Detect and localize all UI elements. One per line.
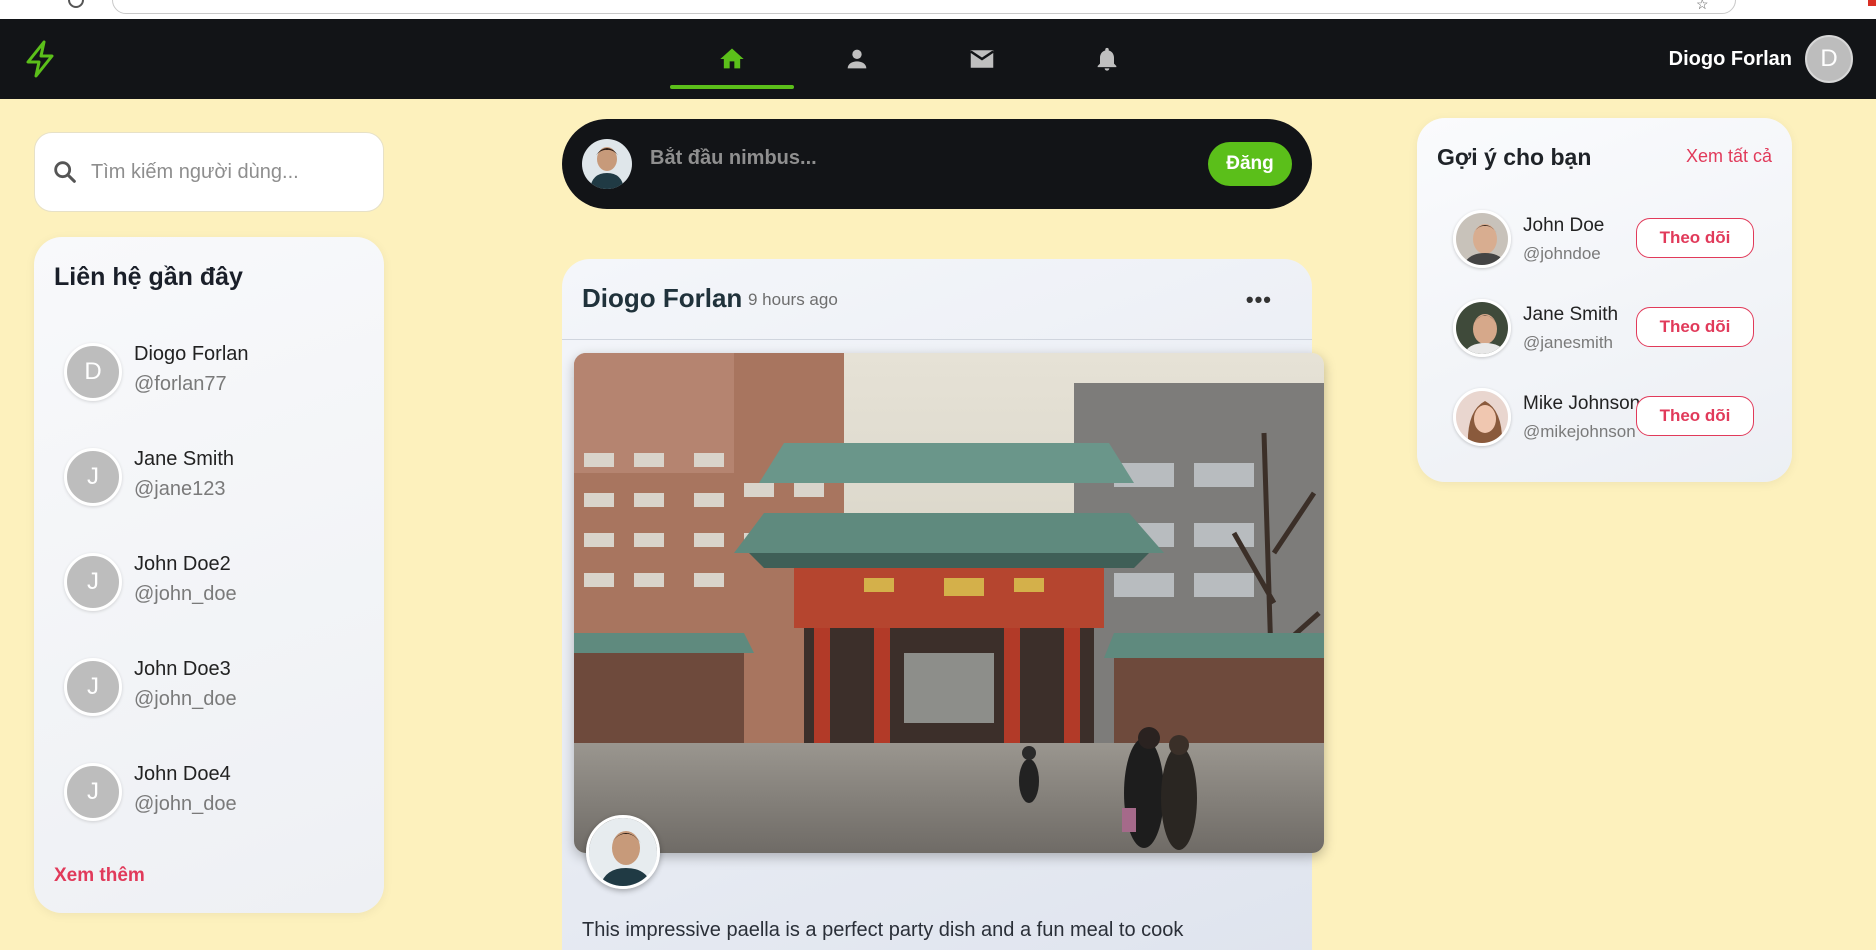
post-photo[interactable]: [574, 353, 1324, 853]
suggestion-item: John Doe @johndoe Theo dõi: [1453, 210, 1763, 274]
suggestion-name: John Doe: [1523, 215, 1605, 236]
avatar[interactable]: [1453, 299, 1511, 357]
home-icon[interactable]: [716, 43, 748, 75]
contact-item[interactable]: J Jane Smith @jane123: [64, 442, 364, 512]
contact-item[interactable]: J John Doe2 @john_doe: [64, 547, 364, 617]
contact-name: John Doe4: [134, 763, 231, 785]
follow-button[interactable]: Theo dõi: [1636, 218, 1754, 258]
contact-handle: @john_doe: [134, 688, 237, 710]
suggestion-name: Jane Smith: [1523, 304, 1619, 325]
suggestion-handle: @johndoe: [1523, 244, 1601, 263]
bell-icon[interactable]: [1091, 43, 1123, 75]
suggestion-item: Jane Smith @janesmith Theo dõi: [1453, 299, 1763, 363]
suggestion-handle: @janesmith: [1523, 333, 1614, 352]
contact-name: John Doe3: [134, 658, 231, 680]
user-search-input[interactable]: [91, 160, 371, 184]
contact-name: Jane Smith: [134, 448, 235, 470]
contact-name: John Doe2: [134, 553, 231, 575]
extension-badge-icon: [1868, 0, 1876, 6]
suggestions-title: Gợi ý cho bạn: [1437, 144, 1592, 170]
profile-icon[interactable]: [841, 43, 873, 75]
avatar: J: [64, 448, 122, 506]
reload-icon[interactable]: [68, 0, 84, 8]
avatar[interactable]: [1453, 388, 1511, 446]
see-all-link[interactable]: Xem tất cả: [1686, 146, 1772, 167]
follow-button[interactable]: Theo dõi: [1636, 307, 1754, 347]
user-search-box: [34, 132, 384, 212]
top-navbar: Diogo Forlan D: [0, 19, 1876, 99]
contact-item[interactable]: J John Doe4 @john_doe: [64, 757, 364, 827]
contact-name: Diogo Forlan: [134, 343, 249, 365]
mail-icon[interactable]: [966, 43, 998, 75]
avatar: D: [64, 343, 122, 401]
address-bar[interactable]: [112, 0, 1736, 14]
browser-toolbar: ☆: [0, 0, 1876, 19]
current-user-avatar[interactable]: D: [1805, 35, 1853, 83]
contact-handle: @john_doe: [134, 793, 237, 815]
post-author-name[interactable]: Diogo Forlan: [582, 283, 742, 314]
divider: [562, 339, 1312, 340]
active-tab-indicator: [670, 85, 794, 89]
recent-contacts-panel: Liên hệ gần đây D Diogo Forlan @forlan77…: [34, 237, 384, 913]
avatar: J: [64, 553, 122, 611]
search-icon: [54, 161, 76, 183]
avatar: [582, 139, 632, 189]
contact-item[interactable]: J John Doe3 @john_doe: [64, 652, 364, 722]
suggestion-name: Mike Johnson: [1523, 393, 1641, 414]
contact-handle: @jane123: [134, 478, 226, 500]
avatar[interactable]: [1453, 210, 1511, 268]
post-card: Diogo Forlan 9 hours ago ••• This impres…: [562, 259, 1324, 950]
avatar: J: [64, 658, 122, 716]
suggestion-handle: @mikejohnson: [1523, 422, 1636, 441]
avatar: J: [64, 763, 122, 821]
logo-icon[interactable]: [20, 39, 60, 79]
contact-item[interactable]: D Diogo Forlan @forlan77: [64, 337, 364, 407]
more-options-icon[interactable]: •••: [1246, 287, 1272, 313]
bookmark-star-icon[interactable]: ☆: [1696, 0, 1709, 13]
contact-handle: @john_doe: [134, 583, 237, 605]
post-text: This impressive paella is a perfect part…: [582, 919, 1184, 941]
suggestion-item: Mike Johnson @mikejohnson Theo dõi: [1453, 388, 1763, 452]
compose-input[interactable]: [650, 147, 1150, 170]
see-more-link[interactable]: Xem thêm: [54, 865, 145, 887]
current-user-name[interactable]: Diogo Forlan: [1669, 48, 1792, 71]
suggestions-panel: Gợi ý cho bạn Xem tất cả John Doe @johnd…: [1417, 118, 1792, 482]
contact-handle: @forlan77: [134, 373, 227, 395]
follow-button[interactable]: Theo dõi: [1636, 396, 1754, 436]
post-button[interactable]: Đăng: [1208, 142, 1292, 186]
recent-contacts-title: Liên hệ gần đây: [54, 263, 243, 291]
compose-box: Đăng: [562, 119, 1312, 209]
avatar[interactable]: [586, 815, 660, 889]
post-timestamp: 9 hours ago: [748, 290, 838, 309]
